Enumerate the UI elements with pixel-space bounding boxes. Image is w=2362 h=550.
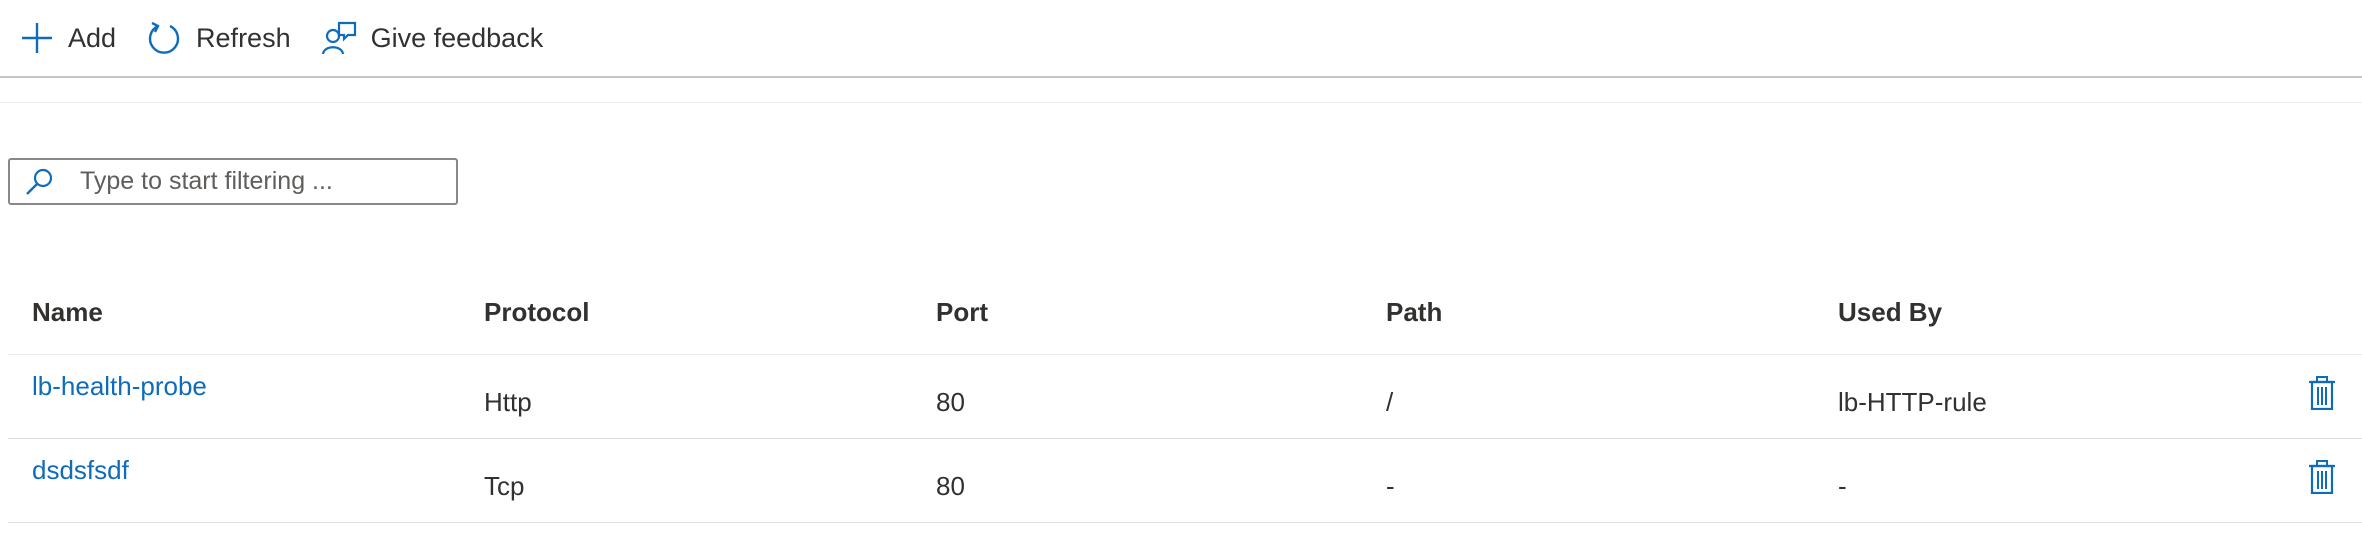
- add-label: Add: [68, 22, 117, 53]
- column-header-name[interactable]: Name: [8, 272, 460, 355]
- filter-box[interactable]: [8, 158, 458, 205]
- port-cell: 80: [936, 470, 965, 501]
- path-cell: -: [1386, 470, 1395, 501]
- probe-name-link[interactable]: dsdsfsdf: [32, 455, 129, 486]
- column-header-actions: [2284, 272, 2362, 355]
- add-button[interactable]: Add: [20, 8, 116, 68]
- give-feedback-button[interactable]: Give feedback: [321, 8, 544, 68]
- table-row: lb-health-probe Http 80 / lb-HTTP-rule: [8, 354, 2362, 439]
- port-cell: 80: [936, 386, 965, 417]
- delete-icon[interactable]: [2308, 459, 2336, 494]
- column-header-path[interactable]: Path: [1362, 272, 1814, 355]
- probe-name-link[interactable]: lb-health-probe: [32, 371, 207, 402]
- filter-input[interactable]: [80, 167, 440, 196]
- protocol-cell: Http: [484, 386, 532, 417]
- used-by-cell: lb-HTTP-rule: [1838, 386, 1987, 417]
- feedback-icon: [321, 21, 356, 55]
- divider: [0, 102, 2362, 103]
- plus-icon: [22, 23, 52, 53]
- health-probes-table: Name Protocol Port Path Used By lb-healt…: [8, 272, 2362, 523]
- refresh-label: Refresh: [196, 22, 291, 53]
- protocol-cell: Tcp: [484, 470, 525, 501]
- delete-icon[interactable]: [2308, 375, 2336, 410]
- command-bar: Add Refresh Give feedback: [0, 0, 2362, 78]
- table-header-row: Name Protocol Port Path Used By: [8, 272, 2362, 355]
- column-header-used-by[interactable]: Used By: [1814, 272, 2284, 355]
- column-header-protocol[interactable]: Protocol: [460, 272, 912, 355]
- feedback-label: Give feedback: [370, 22, 544, 53]
- used-by-cell: -: [1838, 470, 1847, 501]
- path-cell: /: [1386, 386, 1394, 417]
- refresh-button[interactable]: Refresh: [146, 8, 291, 68]
- refresh-icon: [148, 21, 180, 54]
- search-icon: [26, 168, 53, 195]
- column-header-port[interactable]: Port: [912, 272, 1362, 355]
- table-row: dsdsfsdf Tcp 80 - -: [8, 438, 2362, 523]
